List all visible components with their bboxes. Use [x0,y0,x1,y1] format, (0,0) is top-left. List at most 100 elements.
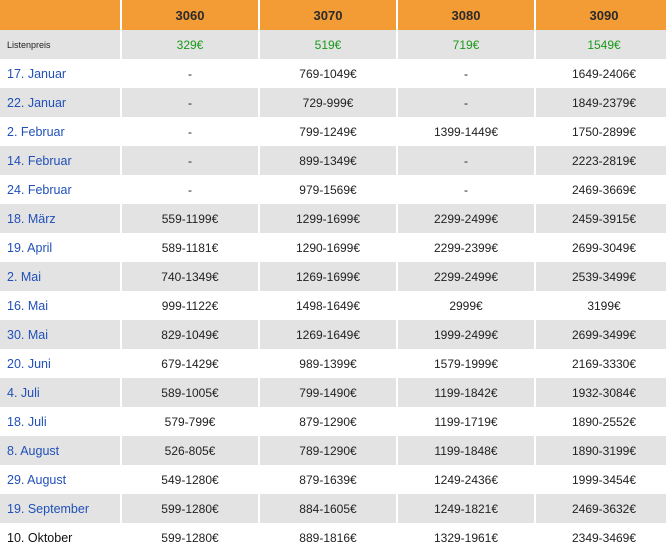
row-date-link[interactable]: 14. Februar [0,146,120,175]
row-date-link[interactable]: 18. März [0,204,120,233]
list-price-cell: 519€ [260,30,396,59]
price-cell: 1269-1699€ [260,262,396,291]
gpu-price-table: 3060 3070 3080 3090 Listenpreis 329€ 519… [0,0,666,552]
table-row: 2. Februar -799-1249€ 1399-1449€ 1750-2899€ [0,117,666,146]
price-cell: 2169-3330€ [536,349,666,378]
table-row: 30. Mai 829-1049€ 1269-1649€ 1999-2499€ 2699… [0,320,666,349]
header-col-3080: 3080 [398,0,534,30]
row-date-link[interactable]: 19. April [0,233,120,262]
price-cell: 1199-1842€ [398,378,534,407]
table-row: 22. Januar -729-999€ -1849-2379€ [0,88,666,117]
price-cell: 884-1605€ [260,494,396,523]
price-cell: 599-1280€ [122,523,258,552]
price-cell: 1498-1649€ [260,291,396,320]
price-cell: 2469-3632€ [536,494,666,523]
row-date-link[interactable]: 2. Mai [0,262,120,291]
price-cell: - [122,117,258,146]
price-cell: 879-1290€ [260,407,396,436]
header-col-3060: 3060 [122,0,258,30]
table-row: 19. April 589-1181€ 1290-1699€ 2299-2399€ 26… [0,233,666,262]
table-row: 24. Februar -979-1569€ -2469-3669€ [0,175,666,204]
price-cell: - [398,88,534,117]
price-cell: 879-1639€ [260,465,396,494]
row-date-link[interactable]: 17. Januar [0,59,120,88]
price-cell: 2459-3915€ [536,204,666,233]
row-date-link[interactable]: 24. Februar [0,175,120,204]
price-cell: 526-805€ [122,436,258,465]
price-cell: 1932-3084€ [536,378,666,407]
row-date-link[interactable]: 4. Juli [0,378,120,407]
price-cell: 769-1049€ [260,59,396,88]
header-col-3070: 3070 [260,0,396,30]
row-date-link[interactable]: 19. September [0,494,120,523]
price-cell: 679-1429€ [122,349,258,378]
row-date-link[interactable]: 20. Juni [0,349,120,378]
price-cell: 799-1490€ [260,378,396,407]
price-cell: 1649-2406€ [536,59,666,88]
price-cell: 2223-2819€ [536,146,666,175]
price-cell: - [122,146,258,175]
price-cell: 1249-1821€ [398,494,534,523]
price-cell: 2699-3049€ [536,233,666,262]
price-cell: 599-1280€ [122,494,258,523]
price-cell: 1199-1848€ [398,436,534,465]
row-date-link[interactable]: 16. Mai [0,291,120,320]
price-cell: 1329-1961€ [398,523,534,552]
price-cell: - [122,88,258,117]
price-cell: 1290-1699€ [260,233,396,262]
price-cell: 799-1249€ [260,117,396,146]
table-row: 19. September 599-1280€ 884-1605€ 1249-1821… [0,494,666,523]
price-cell: 2299-2499€ [398,204,534,233]
price-cell: 1269-1649€ [260,320,396,349]
price-cell: 979-1569€ [260,175,396,204]
price-cell: 740-1349€ [122,262,258,291]
row-date-link[interactable]: 30. Mai [0,320,120,349]
table-row: 10. Oktober 599-1280€ 889-1816€ 1329-1961€ 2… [0,523,666,552]
table-row: 18. Juli 579-799€ 879-1290€ 1199-1719€ 1890-… [0,407,666,436]
price-cell: 559-1199€ [122,204,258,233]
price-cell: 989-1399€ [260,349,396,378]
list-price-row: Listenpreis 329€ 519€ 719€ 1549€ [0,30,666,59]
table-row: 8. August 526-805€ 789-1290€ 1199-1848€ 1890… [0,436,666,465]
price-cell: 889-1816€ [260,523,396,552]
row-date-link[interactable]: 22. Januar [0,88,120,117]
price-cell: 1579-1999€ [398,349,534,378]
price-cell: 1890-2552€ [536,407,666,436]
price-cell: 549-1280€ [122,465,258,494]
price-cell: - [122,59,258,88]
table-row: 29. August 549-1280€ 879-1639€ 1249-2436€ 19… [0,465,666,494]
header-row: 3060 3070 3080 3090 [0,0,666,30]
price-cell: 589-1181€ [122,233,258,262]
table-row: 16. Mai 999-1122€ 1498-1649€ 2999€ 3199€ [0,291,666,320]
price-cell: 3199€ [536,291,666,320]
table-row: 2. Mai 740-1349€ 1269-1699€ 2299-2499€ 2539-… [0,262,666,291]
price-cell: 999-1122€ [122,291,258,320]
price-cell: 579-799€ [122,407,258,436]
row-date-link[interactable]: 29. August [0,465,120,494]
table-row: 4. Juli 589-1005€ 799-1490€ 1199-1842€ 1932-… [0,378,666,407]
price-cell: 2299-2399€ [398,233,534,262]
row-date-link[interactable]: 2. Februar [0,117,120,146]
price-cell: 2299-2499€ [398,262,534,291]
price-cell: 589-1005€ [122,378,258,407]
price-cell: 1750-2899€ [536,117,666,146]
price-cell: 2999€ [398,291,534,320]
price-cell: 1199-1719€ [398,407,534,436]
list-price-label: Listenpreis [0,30,120,59]
price-cell: 1890-3199€ [536,436,666,465]
price-cell: 1249-2436€ [398,465,534,494]
header-col-3090: 3090 [536,0,666,30]
row-date-label: 10. Oktober [0,523,120,552]
price-cell: 899-1349€ [260,146,396,175]
price-cell: 1399-1449€ [398,117,534,146]
table-row: 20. Juni 679-1429€ 989-1399€ 1579-1999€ 2169… [0,349,666,378]
row-date-link[interactable]: 8. August [0,436,120,465]
list-price-cell: 329€ [122,30,258,59]
table-row: 18. März 559-1199€ 1299-1699€ 2299-2499€ 245… [0,204,666,233]
price-cell: 1299-1699€ [260,204,396,233]
row-date-link[interactable]: 18. Juli [0,407,120,436]
price-cell: 829-1049€ [122,320,258,349]
price-cell: 729-999€ [260,88,396,117]
price-cell: 1849-2379€ [536,88,666,117]
table-row: 17. Januar -769-1049€ -1649-2406€ [0,59,666,88]
